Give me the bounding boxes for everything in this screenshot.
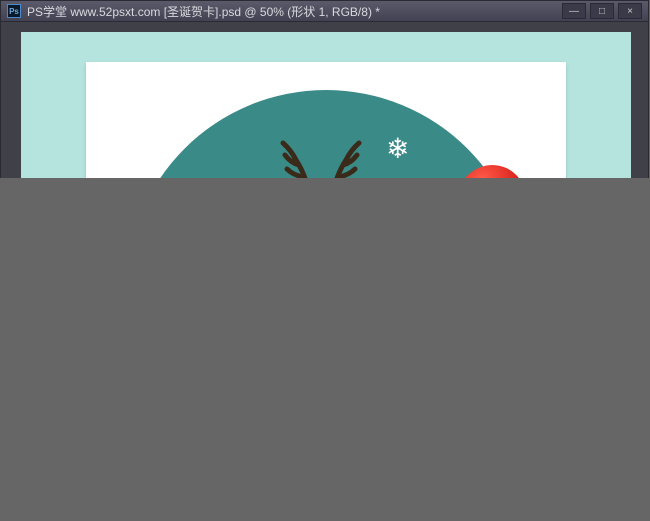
minimize-button[interactable]: — <box>562 3 586 19</box>
app-window: Ps PS学堂 www.52psxt.com [圣诞贺卡].psd @ 50% … <box>0 0 650 521</box>
hat-pom <box>517 146 535 164</box>
snowflake-icon: ❄ <box>386 132 409 165</box>
photoshop-icon: Ps <box>7 4 21 18</box>
window-title: PS学堂 www.52psxt.com [圣诞贺卡].psd @ 50% (形状… <box>27 3 380 20</box>
titlebar[interactable]: Ps PS学堂 www.52psxt.com [圣诞贺卡].psd @ 50% … <box>0 0 649 22</box>
maximize-button[interactable]: □ <box>590 3 614 19</box>
window-controls: — □ × <box>562 3 642 19</box>
close-button[interactable]: × <box>618 3 642 19</box>
document-canvas[interactable]: ❄ <box>21 32 631 200</box>
cropped-overlay <box>0 178 650 521</box>
